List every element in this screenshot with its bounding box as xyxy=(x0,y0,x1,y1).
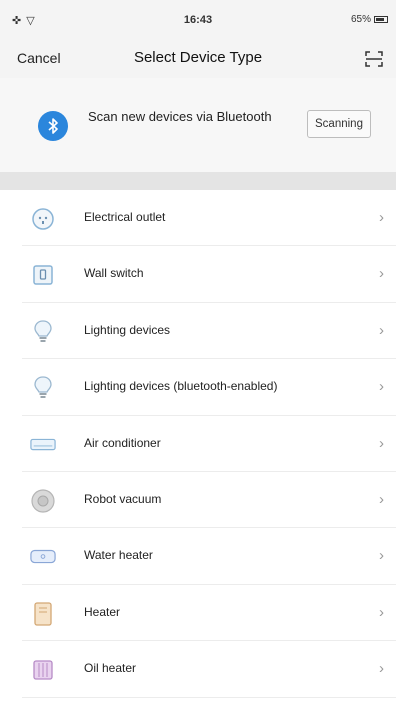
device-item-wall-switch[interactable]: Wall switch › xyxy=(22,246,396,303)
bluetooth-scan-text: Scan new devices via Bluetooth xyxy=(88,109,272,124)
device-label: Water heater xyxy=(84,548,153,563)
device-label: Wall switch xyxy=(84,266,144,281)
device-label: Robot vacuum xyxy=(84,491,162,506)
device-item-lighting[interactable]: Lighting devices › xyxy=(22,303,396,360)
device-item-heater[interactable]: Heater › xyxy=(22,585,396,642)
air-conditioner-icon xyxy=(30,432,56,458)
chevron-right-icon: › xyxy=(379,603,384,621)
heater-icon xyxy=(30,601,56,627)
wall-switch-icon xyxy=(30,262,56,288)
bluetooth-icon xyxy=(38,111,68,141)
chevron-right-icon: › xyxy=(379,321,384,339)
chevron-right-icon: › xyxy=(379,378,384,396)
chevron-right-icon: › xyxy=(379,490,384,508)
device-label: Air conditioner xyxy=(84,435,161,450)
device-item-water-heater[interactable]: Water heater › xyxy=(22,528,396,585)
device-type-list: Electrical outlet › Wall switch › Lighti… xyxy=(0,190,396,698)
light-bulb-icon xyxy=(30,375,56,401)
status-bar: ✜ ▽ 16:43 65% xyxy=(0,0,396,40)
water-heater-icon xyxy=(30,544,56,570)
chevron-right-icon: › xyxy=(379,209,384,226)
device-label: Electrical outlet xyxy=(84,210,166,224)
scanning-button[interactable]: Scanning xyxy=(307,110,371,138)
nav-bar: Cancel Select Device Type xyxy=(0,40,396,78)
device-label: Heater xyxy=(84,604,121,619)
device-item-robot-vacuum[interactable]: Robot vacuum › xyxy=(22,472,396,529)
qr-scan-icon[interactable] xyxy=(364,49,384,69)
device-item-lighting-bluetooth[interactable]: Lighting devices (bluetooth-enabled) › xyxy=(22,359,396,416)
chevron-right-icon: › xyxy=(379,547,384,565)
page-title: Select Device Type xyxy=(133,49,263,66)
light-bulb-icon xyxy=(30,319,56,345)
device-label: Lighting devices (bluetooth-enabled) xyxy=(84,379,278,394)
device-item-electrical-outlet[interactable]: Electrical outlet › xyxy=(22,190,396,247)
device-label: Oil heater xyxy=(84,661,137,676)
chevron-right-icon: › xyxy=(379,660,384,678)
electrical-outlet-icon xyxy=(30,206,56,232)
battery-icon xyxy=(374,16,388,23)
chevron-right-icon: › xyxy=(379,434,384,452)
section-divider xyxy=(0,172,396,190)
device-label: Lighting devices xyxy=(84,322,171,337)
battery-indicator: 65% xyxy=(351,14,388,25)
oil-heater-icon xyxy=(30,657,56,683)
bluetooth-scan-card: Scan new devices via Bluetooth Scanning xyxy=(0,78,396,172)
chevron-right-icon: › xyxy=(379,265,384,283)
robot-vacuum-icon xyxy=(30,488,56,514)
battery-percent: 65% xyxy=(350,14,371,25)
status-time: 16:43 xyxy=(183,14,213,26)
device-item-air-conditioner[interactable]: Air conditioner › xyxy=(22,416,396,472)
device-item-oil-heater[interactable]: Oil heater › xyxy=(22,641,396,698)
